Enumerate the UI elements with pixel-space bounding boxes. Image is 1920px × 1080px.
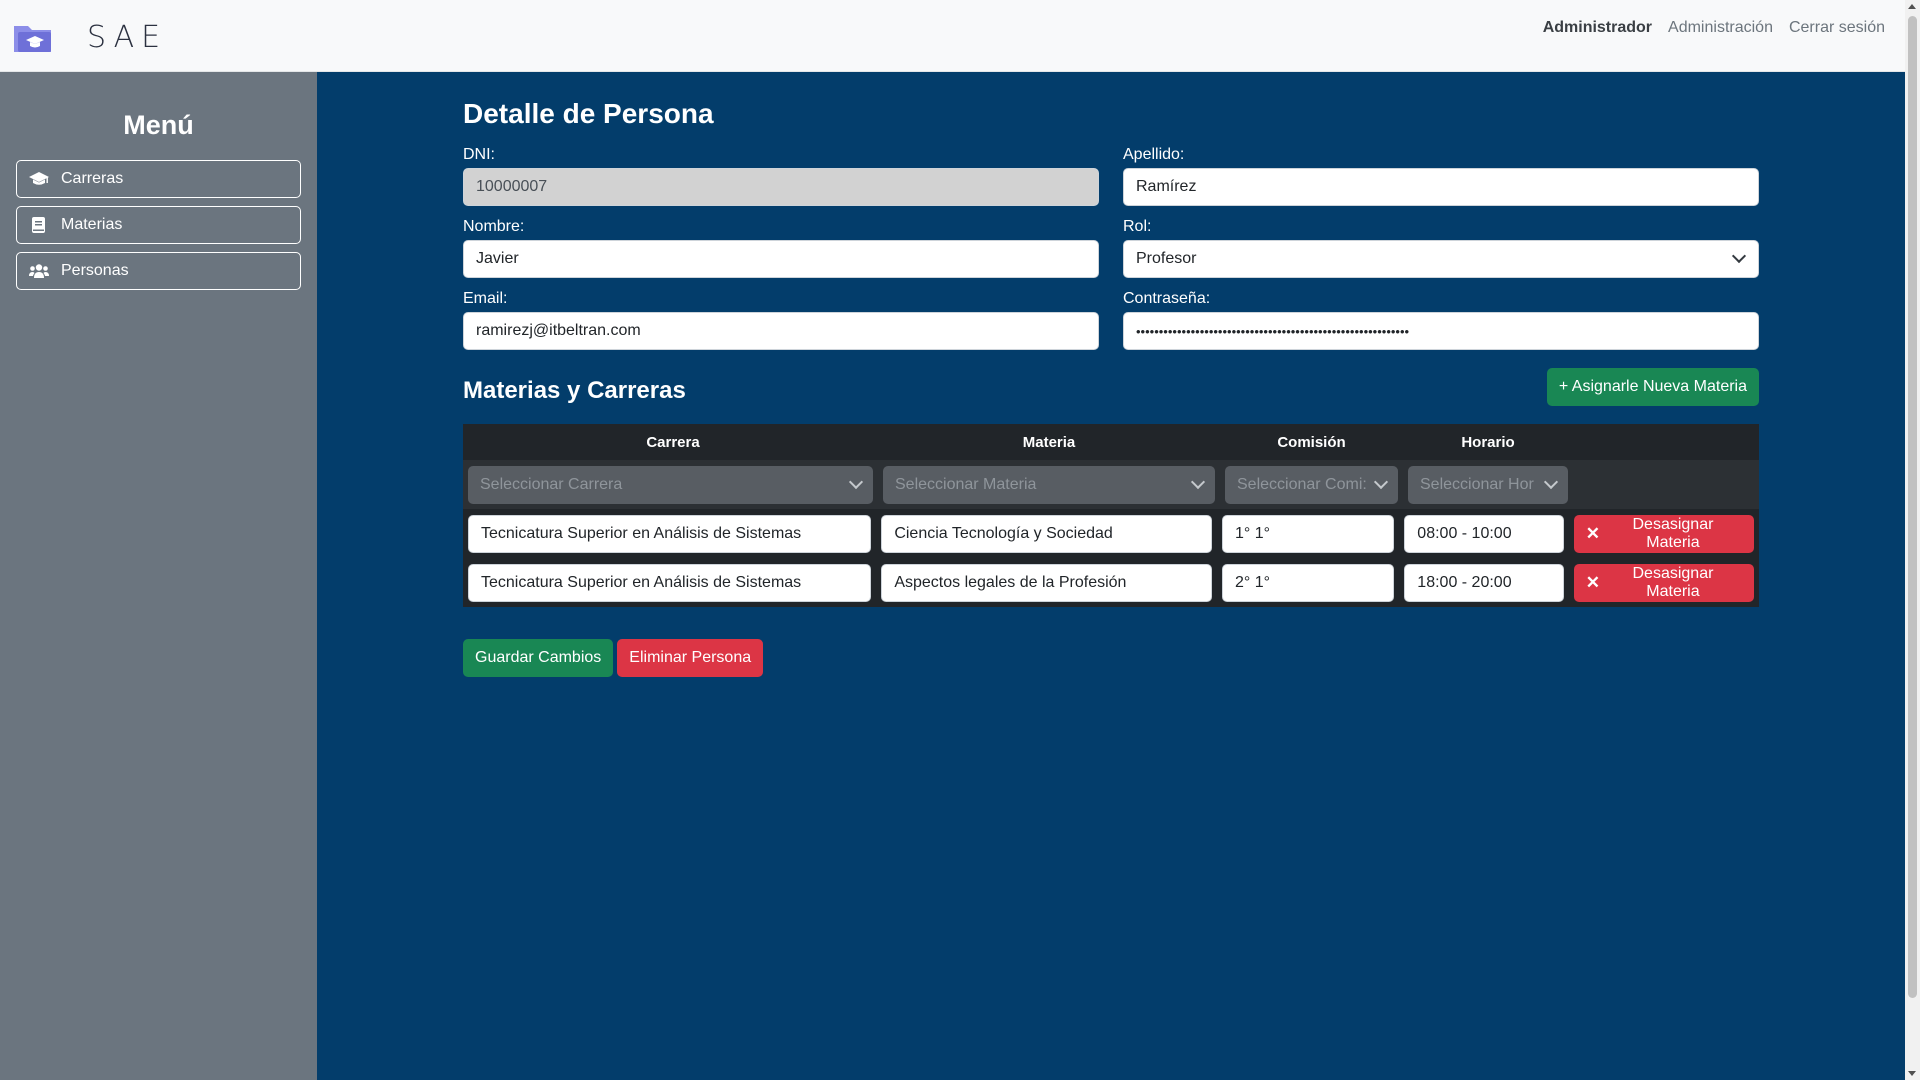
top-navbar: SAE Administrador Administración Cerrar … bbox=[0, 0, 1905, 72]
chevron-down-icon bbox=[1373, 474, 1389, 489]
sidebar: Menú Carreras Materias Personas bbox=[0, 72, 317, 1080]
rol-selected-value: Profesor bbox=[1136, 250, 1197, 267]
dni-field-group: DNI: 10000007 bbox=[463, 146, 1099, 206]
materia-filter-select[interactable]: Seleccionar Materia bbox=[883, 465, 1215, 504]
vertical-scrollbar[interactable] bbox=[1905, 0, 1920, 1080]
carrera-filter-select[interactable]: Seleccionar Carrera bbox=[468, 465, 873, 504]
sidebar-item-label: Personas bbox=[61, 262, 129, 279]
sidebar-item-label: Carreras bbox=[61, 170, 124, 187]
assign-new-materia-button[interactable]: + Asignarle Nueva Materia bbox=[1546, 368, 1759, 406]
menu-title: Menú bbox=[123, 110, 194, 140]
horario-cell[interactable]: 08:00 - 10:00 bbox=[1404, 514, 1564, 553]
dni-input: 10000007 bbox=[463, 168, 1099, 206]
comision-cell[interactable]: 2° 1° bbox=[1221, 563, 1395, 602]
close-icon: ✕ bbox=[1585, 523, 1600, 543]
chevron-down-icon bbox=[1190, 474, 1206, 489]
apellido-field-group: Apellido: Ramírez bbox=[1123, 146, 1759, 206]
scroll-thumb[interactable] bbox=[1908, 16, 1917, 998]
page-title: Detalle de Persona bbox=[463, 98, 714, 129]
rol-label: Rol: bbox=[1123, 218, 1152, 235]
email-input[interactable]: ramirezj@itbeltran.com bbox=[463, 312, 1099, 350]
nav-administrador[interactable]: Administrador bbox=[1543, 19, 1652, 37]
sidebar-item-personas[interactable]: Personas bbox=[16, 252, 301, 290]
unassign-materia-button[interactable]: ✕ Desasignar Materia bbox=[1573, 514, 1754, 553]
materia-cell[interactable]: Ciencia Tecnología y Sociedad bbox=[881, 514, 1212, 553]
unassign-label: Desasignar Materia bbox=[1632, 564, 1714, 600]
chevron-down-icon bbox=[848, 474, 864, 489]
table-filter-row: Seleccionar Carrera Seleccionar Materia … bbox=[463, 460, 1759, 509]
apellido-input[interactable]: Ramírez bbox=[1123, 168, 1759, 206]
rol-field-group: Rol: Profesor bbox=[1123, 218, 1759, 278]
sidebar-item-materias[interactable]: Materias bbox=[16, 206, 301, 244]
comision-filter-placeholder: Seleccionar Comi: bbox=[1237, 475, 1367, 493]
nombre-field-group: Nombre: Javier bbox=[463, 218, 1099, 278]
main-content: Detalle de Persona DNI: 10000007 Apellid… bbox=[463, 72, 1759, 677]
table-row: Tecnicatura Superior en Análisis de Sist… bbox=[463, 558, 1759, 607]
sidebar-item-label: Materias bbox=[61, 216, 123, 233]
folder-graduation-logo-icon[interactable] bbox=[12, 20, 53, 54]
email-label: Email: bbox=[463, 290, 508, 307]
chevron-down-icon bbox=[1731, 248, 1747, 264]
column-header-materia: Materia bbox=[1022, 433, 1076, 451]
delete-person-button[interactable]: Eliminar Persona bbox=[617, 639, 764, 677]
nombre-label: Nombre: bbox=[463, 218, 525, 235]
save-changes-button[interactable]: Guardar Cambios bbox=[463, 639, 614, 677]
scroll-up-arrow-icon[interactable] bbox=[1908, 4, 1916, 9]
close-icon: ✕ bbox=[1585, 572, 1600, 592]
rol-select[interactable]: Profesor bbox=[1123, 240, 1759, 278]
person-form: DNI: 10000007 Apellido: Ramírez Nombre: … bbox=[463, 146, 1759, 350]
column-header-carrera: Carrera bbox=[646, 433, 700, 451]
sidebar-item-carreras[interactable]: Carreras bbox=[16, 160, 301, 198]
unassign-label: Desasignar Materia bbox=[1632, 515, 1714, 551]
materia-cell[interactable]: Aspectos legales de la Profesión bbox=[881, 563, 1212, 602]
materias-section-header: Materias y Carreras + Asignarle Nueva Ma… bbox=[463, 368, 1759, 406]
app-logo-text[interactable]: SAE bbox=[87, 20, 167, 55]
nav-administracion[interactable]: Administración bbox=[1668, 19, 1773, 37]
table-header: Carrera Materia Comisión Horario bbox=[463, 424, 1759, 460]
column-header-horario: Horario bbox=[1461, 433, 1515, 451]
email-field-group: Email: ramirezj@itbeltran.com bbox=[463, 290, 1099, 350]
column-header-comision: Comisión bbox=[1277, 433, 1346, 451]
password-label: Contraseña: bbox=[1123, 290, 1211, 307]
top-nav-links: Administrador Administración Cerrar sesi… bbox=[1543, 19, 1885, 37]
unassign-materia-button[interactable]: ✕ Desasignar Materia bbox=[1573, 563, 1754, 602]
carrera-cell[interactable]: Tecnicatura Superior en Análisis de Sist… bbox=[468, 514, 872, 553]
dni-label: DNI: bbox=[463, 146, 495, 163]
form-actions: Guardar Cambios Eliminar Persona bbox=[463, 639, 1759, 677]
comision-cell[interactable]: 1° 1° bbox=[1221, 514, 1395, 553]
users-icon bbox=[29, 263, 49, 279]
graduation-cap-icon bbox=[29, 171, 49, 187]
table-row: Tecnicatura Superior en Análisis de Sist… bbox=[463, 509, 1759, 558]
scroll-down-arrow-icon[interactable] bbox=[1908, 1071, 1916, 1076]
horario-filter-placeholder: Seleccionar Hor bbox=[1420, 475, 1534, 493]
horario-cell[interactable]: 18:00 - 20:00 bbox=[1404, 563, 1564, 602]
carrera-cell[interactable]: Tecnicatura Superior en Análisis de Sist… bbox=[468, 563, 872, 602]
password-field-group: Contraseña: ••••••••••••••••••••••••••••… bbox=[1123, 290, 1759, 350]
book-icon bbox=[29, 217, 49, 233]
password-input[interactable]: ••••••••••••••••••••••••••••••••••••••••… bbox=[1123, 312, 1759, 350]
nombre-input[interactable]: Javier bbox=[463, 240, 1099, 278]
materias-table: Carrera Materia Comisión Horario Selecci… bbox=[463, 424, 1759, 607]
section-title: Materias y Carreras bbox=[463, 377, 686, 404]
apellido-label: Apellido: bbox=[1123, 146, 1185, 163]
nav-cerrar-sesion[interactable]: Cerrar sesión bbox=[1789, 19, 1885, 37]
carrera-filter-placeholder: Seleccionar Carrera bbox=[480, 475, 623, 493]
chevron-down-icon bbox=[1543, 474, 1559, 489]
comision-filter-select[interactable]: Seleccionar Comi: bbox=[1225, 465, 1398, 504]
materia-filter-placeholder: Seleccionar Materia bbox=[895, 475, 1037, 493]
horario-filter-select[interactable]: Seleccionar Hor bbox=[1408, 465, 1568, 504]
